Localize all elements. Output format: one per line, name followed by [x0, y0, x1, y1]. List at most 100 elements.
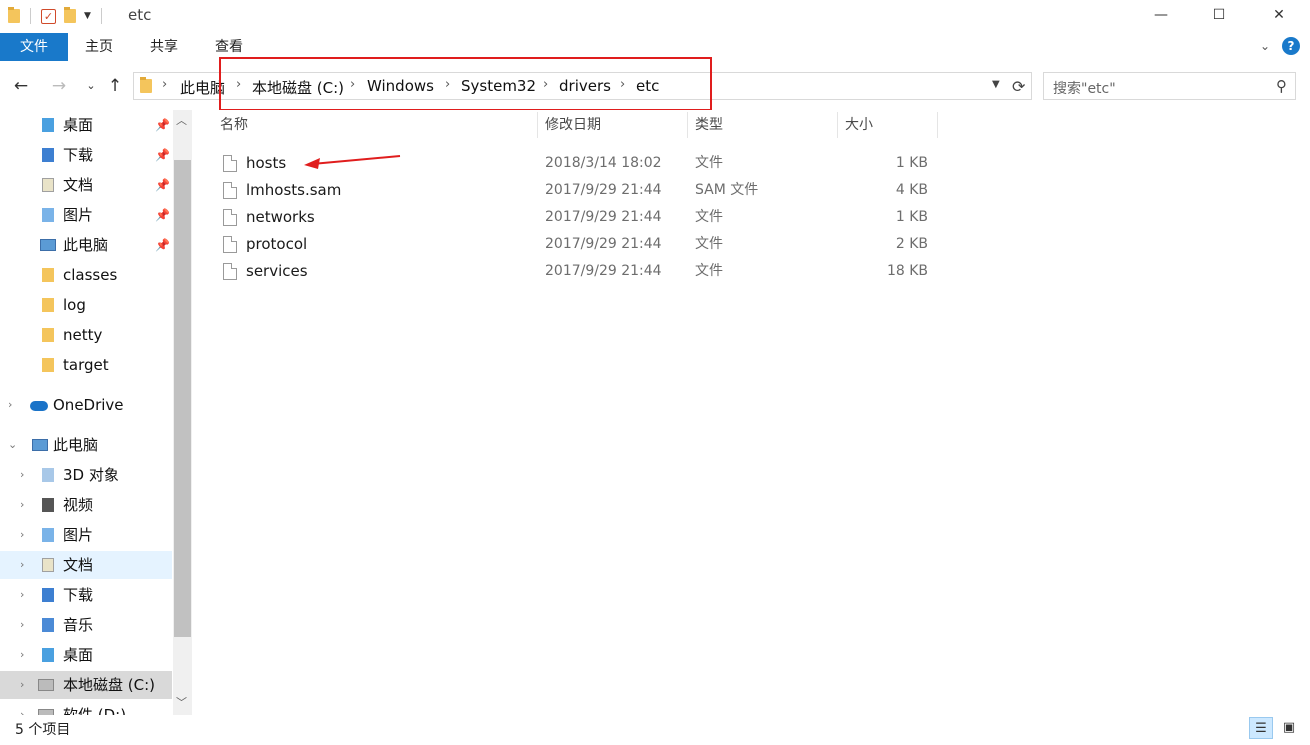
- folder-icon[interactable]: [8, 7, 20, 23]
- customize-dropdown-icon[interactable]: ▼: [84, 11, 91, 21]
- file-row[interactable]: networks 2017/9/29 21:44 文件 1 KB: [192, 204, 1310, 231]
- chevron-right-icon[interactable]: ›: [20, 491, 24, 519]
- file-row[interactable]: lmhosts.sam 2017/9/29 21:44 SAM 文件 4 KB: [192, 177, 1310, 204]
- column-divider[interactable]: [687, 112, 688, 138]
- refresh-icon[interactable]: ⟳: [1012, 77, 1025, 96]
- nav-item-pictures[interactable]: 图片 📌: [0, 201, 172, 229]
- nav-item-this-pc[interactable]: ⌄ 此电脑: [0, 431, 172, 459]
- nav-item-target[interactable]: target: [0, 351, 172, 379]
- pin-icon[interactable]: 📌: [155, 231, 170, 259]
- tab-file[interactable]: 文件: [0, 33, 68, 61]
- nav-item-drive-c[interactable]: › 本地磁盘 (C:): [0, 671, 172, 699]
- folder-icon: [42, 328, 54, 342]
- file-icon: [223, 182, 237, 199]
- nav-scrollbar-thumb[interactable]: [174, 160, 191, 637]
- chevron-right-icon[interactable]: ›: [20, 671, 24, 699]
- maximize-button[interactable]: ☐: [1196, 0, 1242, 30]
- scroll-up-icon[interactable]: ︿: [176, 112, 187, 128]
- nav-item-log[interactable]: log: [0, 291, 172, 319]
- nav-item-desktop[interactable]: 桌面 📌: [0, 111, 172, 139]
- chevron-right-icon[interactable]: ›: [20, 701, 24, 715]
- column-header-type[interactable]: 类型: [695, 110, 723, 140]
- nav-item-documents[interactable]: 文档 📌: [0, 171, 172, 199]
- file-modified: 2017/9/29 21:44: [545, 182, 662, 198]
- search-placeholder[interactable]: 搜索"etc": [1053, 78, 1116, 98]
- pin-icon[interactable]: 📌: [155, 201, 170, 229]
- title-bar: ✓ ▼ etc — ☐ ✕: [0, 0, 1310, 32]
- nav-item-downloads[interactable]: 下载 📌: [0, 141, 172, 169]
- back-button[interactable]: ←: [10, 74, 32, 98]
- file-modified: 2017/9/29 21:44: [545, 263, 662, 279]
- close-button[interactable]: ✕: [1256, 0, 1302, 30]
- large-icons-view-icon[interactable]: ▣: [1277, 717, 1301, 739]
- computer-icon: [40, 239, 56, 251]
- nav-item-classes[interactable]: classes: [0, 261, 172, 289]
- tab-share[interactable]: 共享: [150, 33, 178, 61]
- navigation-pane: 桌面 📌 下载 📌 文档 📌 图片 📌 此电脑 📌 classes log ne…: [0, 110, 192, 715]
- chevron-right-icon[interactable]: ›: [8, 391, 12, 419]
- expand-ribbon-icon[interactable]: ⌄: [1260, 39, 1270, 53]
- nav-item-label: 图片: [63, 206, 94, 224]
- tab-home[interactable]: 主页: [85, 33, 113, 61]
- up-button[interactable]: ↑: [104, 74, 126, 98]
- help-icon[interactable]: ?: [1282, 37, 1300, 55]
- minimize-button[interactable]: —: [1138, 0, 1184, 30]
- nav-item-this-pc-pinned[interactable]: 此电脑 📌: [0, 231, 172, 259]
- nav-item-label: 下载: [63, 586, 94, 604]
- annotation-highlight-box: [219, 57, 712, 111]
- chevron-right-icon[interactable]: ›: [20, 581, 24, 609]
- column-header-size[interactable]: 大小: [845, 110, 873, 140]
- nav-item-label: 此电脑: [53, 436, 99, 454]
- chevron-right-icon[interactable]: ›: [20, 611, 24, 639]
- column-header-name[interactable]: 名称: [220, 110, 248, 140]
- column-header-modified[interactable]: 修改日期: [545, 110, 601, 140]
- search-icon[interactable]: ⚲: [1276, 77, 1287, 95]
- documents-folder-icon: [42, 178, 54, 192]
- properties-icon[interactable]: ✓: [41, 8, 56, 24]
- chevron-right-icon[interactable]: ›: [20, 461, 24, 489]
- nav-item-desktop-pc[interactable]: › 桌面: [0, 641, 172, 669]
- nav-item-downloads-pc[interactable]: › 下载: [0, 581, 172, 609]
- column-divider[interactable]: [837, 112, 838, 138]
- nav-item-videos[interactable]: › 视频: [0, 491, 172, 519]
- nav-item-music[interactable]: › 音乐: [0, 611, 172, 639]
- file-row[interactable]: services 2017/9/29 21:44 文件 18 KB: [192, 258, 1310, 285]
- file-icon: [223, 209, 237, 226]
- nav-item-pictures-pc[interactable]: › 图片: [0, 521, 172, 549]
- pin-icon[interactable]: 📌: [155, 141, 170, 169]
- nav-item-3d-objects[interactable]: › 3D 对象: [0, 461, 172, 489]
- pin-icon[interactable]: 📌: [155, 171, 170, 199]
- nav-item-label: 本地磁盘 (C:): [63, 676, 155, 694]
- file-explorer-window: ✓ ▼ etc — ☐ ✕ 文件 主页 共享 查看 ⌄ ? ← → ⌄ ↑ › …: [0, 0, 1310, 745]
- column-divider[interactable]: [537, 112, 538, 138]
- pin-icon[interactable]: 📌: [155, 111, 170, 139]
- chevron-right-icon[interactable]: ›: [20, 641, 24, 669]
- file-row[interactable]: protocol 2017/9/29 21:44 文件 2 KB: [192, 231, 1310, 258]
- desktop-folder-icon: [42, 118, 54, 132]
- forward-button[interactable]: →: [48, 74, 70, 98]
- annotation-arrow: [304, 155, 401, 169]
- nav-item-netty[interactable]: netty: [0, 321, 172, 349]
- new-folder-icon[interactable]: [64, 7, 76, 23]
- details-view-icon[interactable]: ☰: [1249, 717, 1273, 739]
- breadcrumb-separator[interactable]: ›: [162, 77, 167, 92]
- recent-locations-icon[interactable]: ⌄: [84, 74, 98, 98]
- file-type: 文件: [695, 155, 723, 171]
- chevron-down-icon[interactable]: ⌄: [8, 431, 17, 459]
- nav-item-documents-pc[interactable]: › 文档: [0, 551, 172, 579]
- column-divider[interactable]: [937, 112, 938, 138]
- search-box[interactable]: 搜索"etc" ⚲: [1043, 72, 1296, 100]
- downloads-folder-icon: [42, 588, 54, 602]
- chevron-right-icon[interactable]: ›: [20, 551, 24, 579]
- documents-folder-icon: [42, 558, 54, 572]
- nav-item-onedrive[interactable]: › OneDrive: [0, 391, 172, 419]
- scroll-down-icon[interactable]: ﹀: [176, 694, 187, 710]
- file-modified: 2018/3/14 18:02: [545, 155, 662, 171]
- address-history-dropdown-icon[interactable]: ▼: [992, 79, 1000, 90]
- nav-item-drive-d[interactable]: › 软件 (D:): [0, 701, 172, 715]
- chevron-right-icon[interactable]: ›: [20, 521, 24, 549]
- file-modified: 2017/9/29 21:44: [545, 236, 662, 252]
- folder-icon: [42, 358, 54, 372]
- item-count: 5 个项目: [15, 722, 71, 738]
- nav-item-label: 下载: [63, 146, 94, 164]
